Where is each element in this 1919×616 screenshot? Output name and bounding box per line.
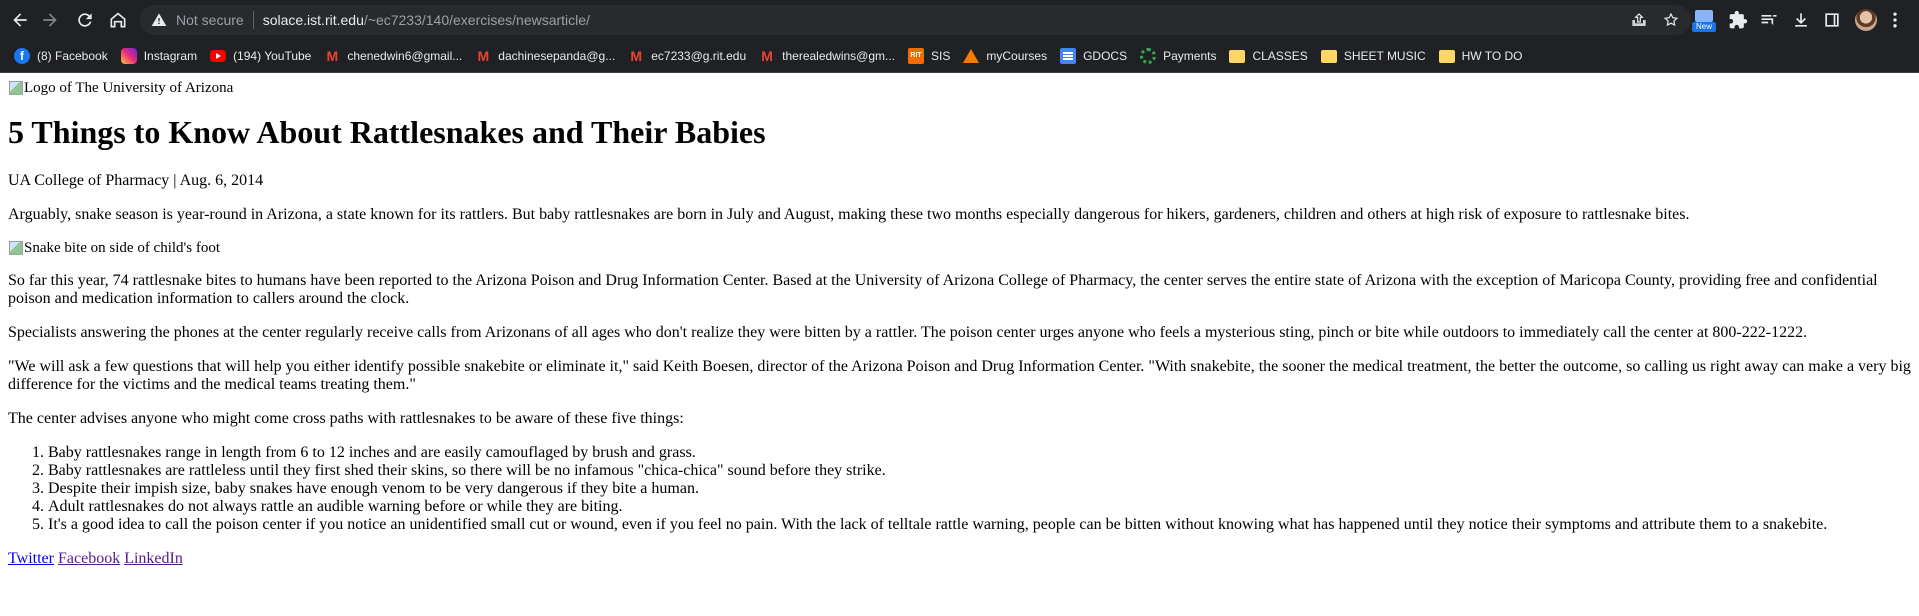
bookmark-gmail-4[interactable]: Mtherealedwins@gm... bbox=[759, 48, 895, 64]
extension-new-icon[interactable]: New bbox=[1692, 8, 1716, 32]
article-title: 5 Things to Know About Rattlesnakes and … bbox=[8, 114, 766, 150]
bookmark-label: therealedwins@gm... bbox=[782, 49, 896, 63]
article-paragraph: "We will ask a few questions that will h… bbox=[8, 358, 1911, 393]
share-icon[interactable] bbox=[1631, 12, 1647, 28]
bookmark-label: SHEET MUSIC bbox=[1343, 49, 1426, 63]
bookmark-label: chenedwin6@gmail... bbox=[347, 49, 463, 63]
snakebite-image: Snake bite on side of child's foot bbox=[8, 240, 1911, 256]
gmail-icon: M bbox=[326, 48, 339, 64]
bookmark-mycourses[interactable]: myCourses bbox=[963, 49, 1047, 63]
omnibox-separator bbox=[252, 11, 254, 29]
article-page: Logo of The University of Arizona 5 Thin… bbox=[0, 80, 1919, 568]
facebook-icon: f bbox=[14, 48, 30, 64]
download-icon[interactable] bbox=[1791, 10, 1811, 35]
five-things-list: Baby rattlesnakes range in length from 6… bbox=[8, 444, 1911, 534]
menu-kebab-icon[interactable] bbox=[1885, 10, 1905, 35]
extensions-puzzle-icon[interactable] bbox=[1728, 10, 1748, 35]
bookmark-label: dachinesepanda@g... bbox=[498, 49, 616, 63]
bookmarks-bar: f (8) Facebook Instagram (194) YouTube Mc… bbox=[0, 40, 1919, 73]
bookmark-folder-sheet-music[interactable]: SHEET MUSIC bbox=[1320, 49, 1426, 63]
bookmark-star-icon[interactable] bbox=[1663, 12, 1679, 28]
url-path: /~ec7233/140/exercises/newsarticle/ bbox=[363, 12, 590, 28]
url-text[interactable]: solace.ist.rit.edu/~ec7233/140/exercises… bbox=[263, 12, 590, 28]
bookmark-label: GDOCS bbox=[1083, 49, 1128, 63]
broken-image-icon bbox=[8, 240, 24, 256]
home-icon[interactable] bbox=[106, 8, 130, 32]
extension-badge: New bbox=[1692, 22, 1716, 32]
broken-image-icon bbox=[8, 80, 24, 96]
bookmark-label: ec7233@g.rit.edu bbox=[651, 49, 747, 63]
url-host: solace.ist.rit.edu bbox=[262, 12, 364, 28]
folder-icon bbox=[1320, 49, 1337, 63]
bookmark-label: (8) Facebook bbox=[37, 49, 108, 63]
youtube-icon bbox=[210, 50, 227, 62]
mycourses-icon bbox=[963, 49, 980, 63]
bookmark-label: HW TO DO bbox=[1461, 49, 1523, 63]
folder-icon bbox=[1438, 49, 1455, 63]
bookmark-facebook[interactable]: f (8) Facebook bbox=[14, 48, 108, 64]
gmail-icon: M bbox=[630, 48, 643, 64]
bookmark-folder-classes[interactable]: CLASSES bbox=[1229, 49, 1308, 63]
bookmark-gmail-1[interactable]: Mchenedwin6@gmail... bbox=[324, 48, 463, 64]
article-byline: UA College of Pharmacy | Aug. 6, 2014 bbox=[8, 172, 264, 189]
list-item: Adult rattlesnakes do not always rattle … bbox=[48, 498, 1911, 516]
security-label[interactable]: Not secure bbox=[176, 12, 244, 28]
article-paragraph: Specialists answering the phones at the … bbox=[8, 324, 1808, 341]
instagram-icon bbox=[120, 48, 137, 64]
article-intro: Arguably, snake season is year-round in … bbox=[8, 206, 1690, 223]
bookmark-gdocs[interactable]: GDOCS bbox=[1060, 48, 1127, 64]
bookmark-label: myCourses bbox=[986, 49, 1048, 63]
bookmark-youtube[interactable]: (194) YouTube bbox=[210, 49, 311, 63]
side-panel-icon[interactable] bbox=[1822, 10, 1842, 35]
reload-icon[interactable] bbox=[73, 8, 97, 32]
linkedin-link[interactable]: LinkedIn bbox=[124, 550, 183, 567]
bookmark-gmail-3[interactable]: Mec7233@g.rit.edu bbox=[628, 48, 746, 64]
bookmark-label: (194) YouTube bbox=[233, 49, 312, 63]
university-logo: Logo of The University of Arizona bbox=[8, 80, 1911, 96]
bookmark-instagram[interactable]: Instagram bbox=[120, 48, 198, 64]
share-links: Twitter Facebook LinkedIn bbox=[8, 550, 1911, 568]
google-docs-icon bbox=[1060, 48, 1077, 64]
reading-list-icon[interactable] bbox=[1759, 10, 1779, 35]
bookmark-gmail-2[interactable]: Mdachinesepanda@g... bbox=[475, 48, 615, 64]
bookmark-label: Instagram bbox=[143, 49, 198, 63]
article-paragraph: So far this year, 74 rattlesnake bites t… bbox=[8, 272, 1878, 307]
bookmark-folder-hw-to-do[interactable]: HW TO DO bbox=[1438, 49, 1523, 63]
list-item: Baby rattlesnakes range in length from 6… bbox=[48, 444, 1911, 462]
bookmark-label: Payments bbox=[1163, 49, 1217, 63]
extension-box bbox=[1695, 10, 1713, 22]
back-icon[interactable] bbox=[8, 8, 32, 32]
logo-alt-text: Logo of The University of Arizona bbox=[24, 80, 234, 96]
forward-icon[interactable] bbox=[38, 8, 62, 32]
article-paragraph: The center advises anyone who might come… bbox=[8, 410, 684, 427]
browser-chrome: Not secure solace.ist.rit.edu/~ec7233/14… bbox=[0, 0, 1919, 73]
warning-icon[interactable] bbox=[151, 12, 167, 28]
list-item: Baby rattlesnakes are rattleless until t… bbox=[48, 462, 1911, 480]
omnibox-actions bbox=[1631, 12, 1679, 28]
bookmark-label: CLASSES bbox=[1252, 49, 1308, 63]
gmail-icon: M bbox=[761, 48, 773, 64]
facebook-link[interactable]: Facebook bbox=[58, 550, 120, 567]
list-item: It's a good idea to call the poison cent… bbox=[48, 516, 1911, 534]
list-item: Despite their impish size, baby snakes h… bbox=[48, 480, 1911, 498]
bookmark-sis[interactable]: RIT SIS bbox=[908, 48, 950, 64]
gmail-icon: M bbox=[477, 48, 490, 64]
bookmark-label: SIS bbox=[931, 49, 951, 63]
profile-avatar[interactable] bbox=[1855, 9, 1877, 31]
browser-toolbar: Not secure solace.ist.rit.edu/~ec7233/14… bbox=[0, 0, 1919, 40]
twitter-link[interactable]: Twitter bbox=[8, 550, 54, 567]
address-bar[interactable]: Not secure solace.ist.rit.edu/~ec7233/14… bbox=[140, 5, 1691, 35]
payments-icon bbox=[1140, 48, 1157, 64]
bookmark-payments[interactable]: Payments bbox=[1140, 48, 1216, 64]
image-alt-text: Snake bite on side of child's foot bbox=[24, 240, 221, 256]
folder-icon bbox=[1229, 49, 1246, 63]
rit-icon: RIT bbox=[908, 48, 925, 64]
